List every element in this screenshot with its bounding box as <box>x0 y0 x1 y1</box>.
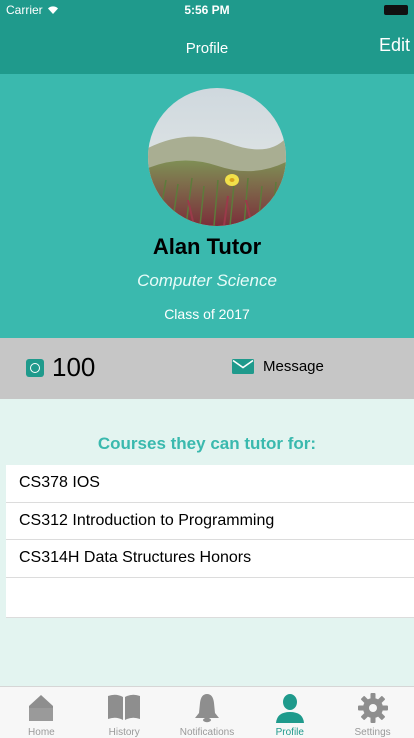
tab-label: History <box>108 727 140 738</box>
status-time: 5:56 PM <box>184 3 230 17</box>
course-list: CS378 IOS CS312 Introduction to Programm… <box>6 465 414 618</box>
status-bar: Carrier 5:56 PM <box>0 0 414 20</box>
empty-row <box>6 578 414 618</box>
courses-section: Courses they can tutor for: CS378 IOS CS… <box>0 399 414 686</box>
battery-icon <box>384 5 408 15</box>
course-item[interactable]: CS314H Data Structures Honors <box>6 540 414 578</box>
tab-label: Home <box>28 727 55 738</box>
tab-history[interactable]: History <box>83 687 166 738</box>
tab-bar: Home History Notifications Profile Setti… <box>0 686 414 738</box>
tab-home[interactable]: Home <box>0 687 83 738</box>
profile-header: Alan Tutor Computer Science Class of 201… <box>0 74 414 338</box>
tab-notifications[interactable]: Notifications <box>166 687 249 738</box>
stats-bar: 100 Message <box>0 338 414 399</box>
profile-name: Alan Tutor <box>152 234 262 259</box>
points-value: 100 <box>52 352 96 382</box>
page-title: Profile <box>185 40 229 57</box>
profile-department: Computer Science <box>137 271 277 290</box>
avatar <box>148 88 286 226</box>
tab-profile[interactable]: Profile <box>248 687 331 738</box>
tab-label: Settings <box>354 727 391 738</box>
bell-icon <box>194 694 219 723</box>
tab-label: Profile <box>275 727 304 738</box>
course-item[interactable]: CS378 IOS <box>6 465 414 503</box>
edit-button[interactable]: Edit <box>379 35 410 56</box>
tab-label: Notifications <box>179 727 235 738</box>
profile-class-year: Class of 2017 <box>164 306 250 322</box>
course-label: CS378 IOS <box>19 474 100 492</box>
avatar-photo <box>148 88 286 226</box>
message-label: Message <box>263 358 324 375</box>
envelope-icon <box>232 359 254 374</box>
tab-settings[interactable]: Settings <box>331 687 414 738</box>
course-label: CS312 Introduction to Programming <box>19 511 275 529</box>
gear-icon <box>357 693 388 723</box>
points-icon <box>26 358 44 377</box>
home-icon <box>29 695 54 721</box>
course-item[interactable]: CS312 Introduction to Programming <box>6 503 414 540</box>
points-display: 100 <box>26 352 95 383</box>
courses-title: Courses they can tutor for: <box>97 434 317 453</box>
nav-bar: Profile Edit <box>0 20 414 74</box>
person-icon <box>275 694 304 723</box>
message-button[interactable]: Message <box>232 358 324 375</box>
book-icon <box>108 694 141 720</box>
course-label: CS314H Data Structures Honors <box>19 549 252 567</box>
